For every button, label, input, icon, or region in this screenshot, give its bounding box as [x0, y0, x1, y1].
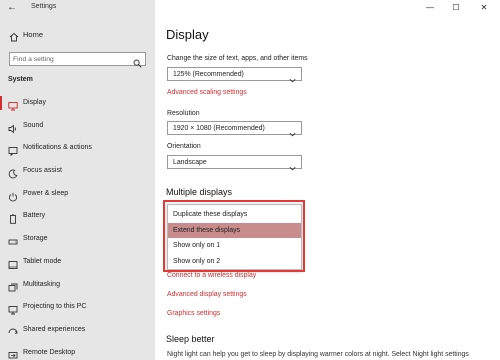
back-arrow-icon[interactable]: ← [6, 2, 18, 14]
option-label: Duplicate these displays [173, 211, 248, 218]
resolution-label: Resolution [167, 110, 200, 117]
option-extend-displays[interactable]: Extend these displays [168, 222, 301, 238]
remote-desktop-icon [8, 348, 18, 359]
tablet-icon [8, 257, 18, 269]
chevron-down-icon [289, 71, 296, 83]
search-box[interactable] [9, 52, 146, 68]
sidebar-item-label: Display [23, 99, 46, 106]
sleep-better-heading: Sleep better [166, 334, 215, 344]
notification-icon [8, 143, 18, 157]
search-icon[interactable] [133, 55, 142, 68]
orientation-value: Landscape [173, 158, 207, 166]
monitor-icon [8, 98, 18, 111]
sidebar-item-tablet-mode[interactable]: Tablet mode [0, 251, 155, 274]
sidebar-item-label: Remote Desktop [23, 348, 76, 356]
wireless-display-link[interactable]: Connect to a wireless display [167, 272, 256, 279]
sidebar-item-shared-experiences[interactable]: Shared experiences [0, 319, 155, 342]
night-light-description: Night light can help you get to sleep by… [167, 351, 469, 358]
sidebar-item-power-sleep[interactable]: Power & sleep [0, 183, 155, 206]
sidebar-item-remote-desktop[interactable]: Remote Desktop [0, 342, 155, 360]
multitasking-icon [8, 280, 18, 291]
chevron-down-icon [289, 125, 296, 137]
sidebar: ← Settings Home System Display Sound [0, 0, 155, 360]
graphics-settings-link[interactable]: Graphics settings [167, 310, 220, 317]
sidebar-item-label: Projecting to this PC [23, 303, 87, 311]
sidebar-item-focus-assist[interactable]: Focus assist [0, 160, 155, 183]
option-label: Show only on 2 [173, 257, 221, 265]
battery-icon [8, 211, 18, 225]
orientation-dropdown[interactable]: Landscape [167, 155, 302, 171]
page-title: Display [166, 27, 209, 42]
sidebar-item-label: Notifications & actions [23, 144, 92, 152]
multiple-displays-heading: Multiple displays [166, 187, 233, 197]
home-label: Home [23, 30, 44, 39]
sidebar-item-label: Storage [23, 235, 48, 243]
home-icon [9, 29, 19, 42]
home-nav-item[interactable]: Home [0, 27, 155, 43]
section-label-system: System [8, 76, 33, 83]
sidebar-item-display[interactable]: Display [0, 92, 155, 115]
scale-dropdown[interactable]: 125% (Recommended) [167, 67, 302, 83]
main-content: Display Change the size of text, apps, a… [155, 0, 500, 360]
advanced-scaling-link[interactable]: Advanced scaling settings [167, 89, 247, 96]
multiple-displays-dropdown-list[interactable]: Duplicate these displays Extend these di… [167, 204, 302, 270]
sidebar-item-label: Power & sleep [23, 189, 69, 197]
chevron-down-icon [289, 159, 296, 171]
option-show-only-2[interactable]: Show only on 2 [168, 254, 301, 270]
advanced-display-link[interactable]: Advanced display settings [167, 291, 247, 298]
option-label: Show only on 1 [173, 242, 221, 249]
sidebar-item-projecting[interactable]: Projecting to this PC [0, 296, 155, 319]
scale-label: Change the size of text, apps, and other… [167, 55, 308, 62]
power-icon [8, 189, 18, 202]
search-input[interactable] [13, 53, 128, 65]
projector-icon [8, 302, 18, 315]
shared-icon [8, 325, 18, 335]
sidebar-item-label: Sound [23, 121, 44, 129]
orientation-label: Orientation [167, 143, 201, 150]
option-show-only-1[interactable]: Show only on 1 [168, 238, 301, 254]
speaker-icon [8, 121, 18, 134]
moon-icon [8, 166, 18, 179]
sidebar-item-label: Focus assist [23, 167, 62, 175]
sidebar-item-label: Shared experiences [23, 325, 86, 333]
resolution-value: 1920 × 1080 (Recommended) [173, 124, 265, 132]
app-title: Settings [31, 3, 57, 10]
sidebar-item-multitasking[interactable]: Multitasking [0, 274, 155, 297]
selection-indicator [0, 96, 2, 110]
option-label: Extend these displays [173, 226, 241, 234]
resolution-dropdown[interactable]: 1920 × 1080 (Recommended) [167, 121, 302, 137]
sidebar-item-storage[interactable]: Storage [0, 228, 155, 251]
sidebar-item-sound[interactable]: Sound [0, 115, 155, 138]
sidebar-item-notifications[interactable]: Notifications & actions [0, 137, 155, 160]
scale-value: 125% (Recommended) [173, 70, 244, 78]
sidebar-item-label: Tablet mode [23, 257, 62, 265]
option-duplicate-displays[interactable]: Duplicate these displays [168, 207, 301, 223]
sidebar-item-battery[interactable]: Battery [0, 205, 155, 228]
storage-icon [8, 234, 18, 245]
sidebar-nav: Display Sound Notifications & actions Fo… [0, 92, 155, 360]
title-bar: ← Settings [0, 0, 155, 16]
sidebar-item-label: Multitasking [23, 280, 60, 288]
sidebar-item-label: Battery [23, 212, 46, 220]
